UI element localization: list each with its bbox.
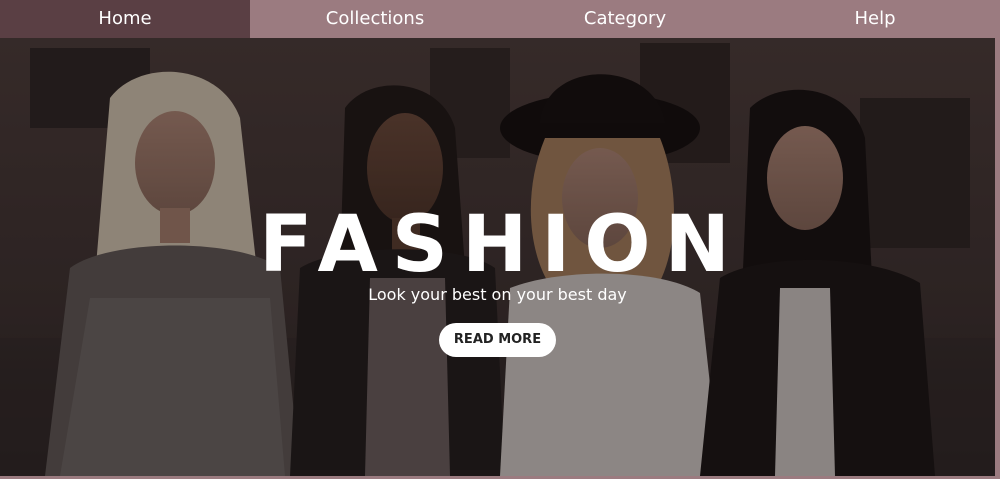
nav-item-home[interactable]: Home [0,0,250,38]
nav-item-help[interactable]: Help [750,0,1000,38]
top-navigation: Home Collections Category Help [0,0,1000,38]
page-edge [995,38,1000,479]
read-more-button[interactable]: READ MORE [439,323,556,357]
nav-item-category[interactable]: Category [500,0,750,38]
hero-title: FASHION [259,200,744,290]
hero-subtitle: Look your best on your best day [368,285,627,304]
nav-item-collections[interactable]: Collections [250,0,500,38]
